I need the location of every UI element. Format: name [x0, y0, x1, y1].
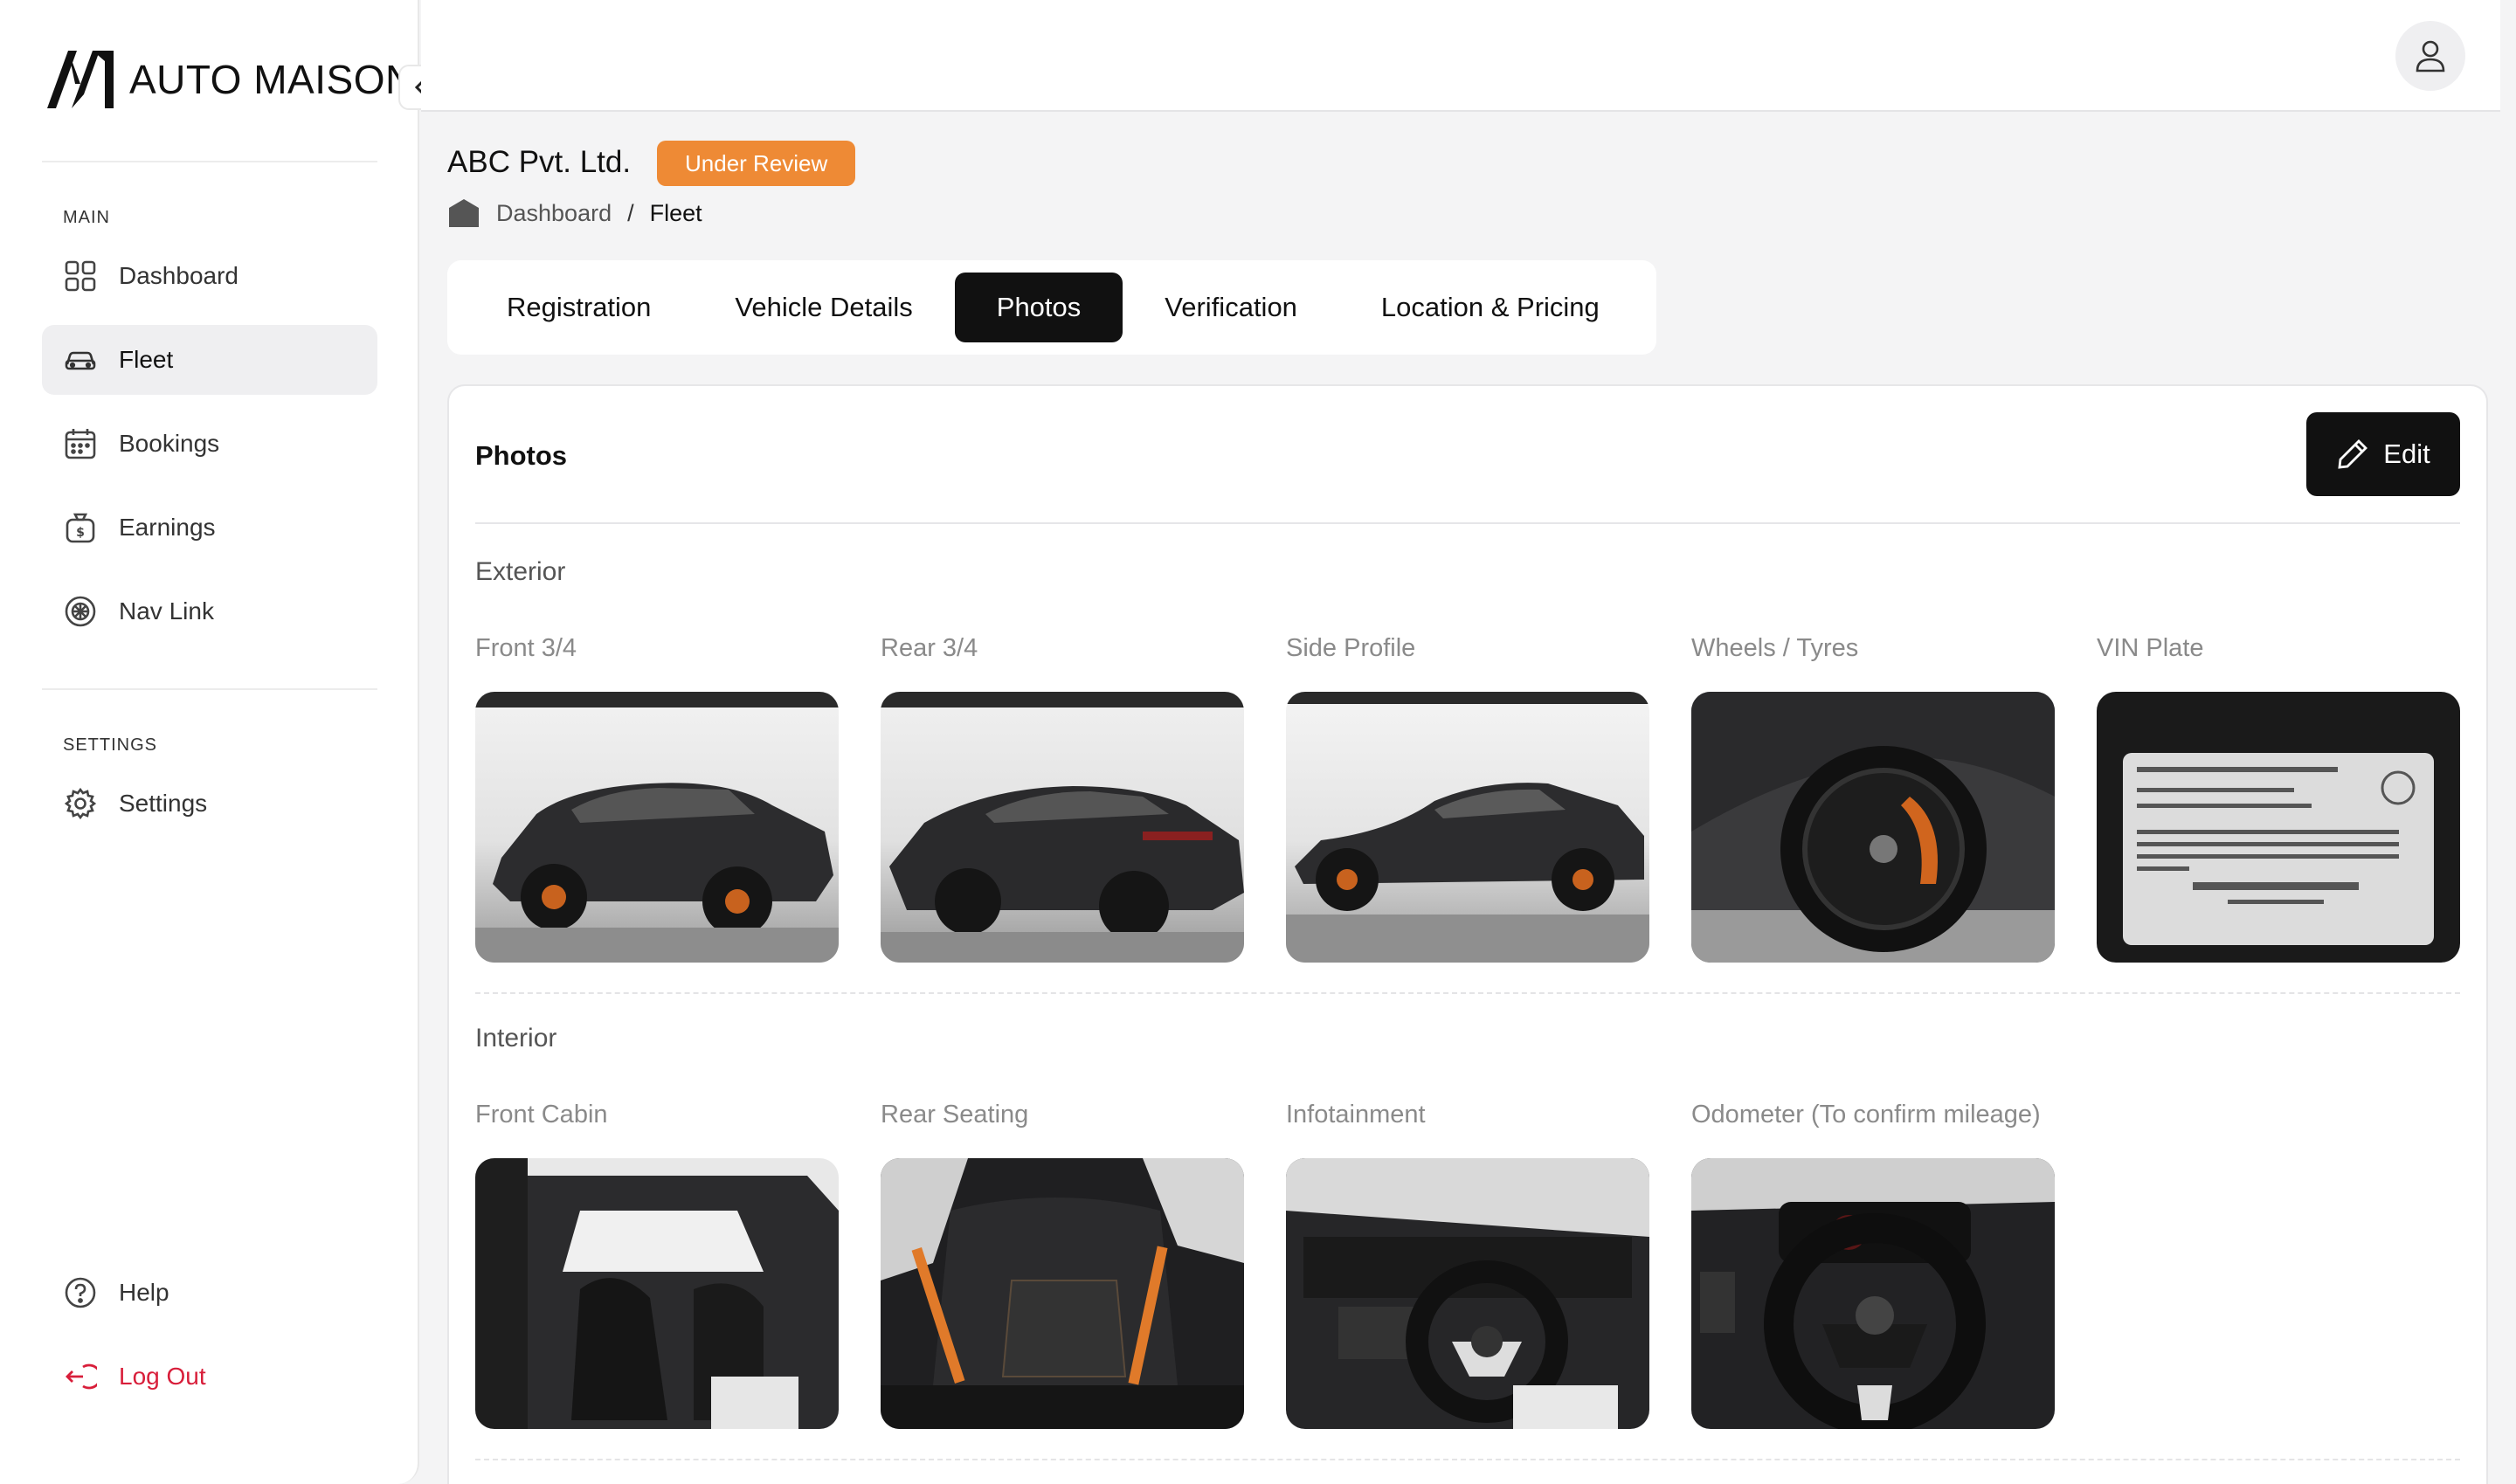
- photo-label: Odometer (To confirm mileage): [1691, 1101, 2041, 1129]
- edit-button[interactable]: Edit: [2306, 412, 2460, 496]
- home-icon: [449, 199, 479, 227]
- photo-label: Front 3/4: [475, 634, 577, 662]
- user-icon: [2416, 40, 2445, 72]
- tab-location-pricing[interactable]: Location & Pricing: [1339, 273, 1642, 342]
- section-label-settings: SETTINGS: [63, 735, 158, 755]
- brand-logo[interactable]: AUTO MAISON: [45, 49, 415, 110]
- sidebar-item-help[interactable]: Help: [42, 1258, 377, 1328]
- question-icon: [63, 1275, 98, 1310]
- tab-registration[interactable]: Registration: [465, 273, 693, 342]
- sidebar-item-label: Dashboard: [119, 262, 238, 289]
- sidebar-item-nav-link[interactable]: Nav Link: [42, 576, 377, 646]
- photo-label: Front Cabin: [475, 1101, 608, 1129]
- edit-button-label: Edit: [2383, 438, 2430, 469]
- photo-wheels-tyres[interactable]: [1691, 692, 2055, 963]
- photo-front-cabin[interactable]: [475, 1158, 839, 1429]
- section-divider: [475, 992, 2460, 994]
- sidebar-item-earnings[interactable]: $ Earnings: [42, 493, 377, 563]
- sidebar-item-settings[interactable]: Settings: [42, 769, 377, 839]
- photo-label: Side Profile: [1286, 634, 1416, 662]
- calendar-icon: [63, 426, 98, 461]
- gear-icon: [63, 786, 98, 821]
- logo-mark-icon: [47, 51, 114, 108]
- tab-photos[interactable]: Photos: [954, 273, 1123, 342]
- breadcrumb-fleet: Fleet: [649, 199, 702, 226]
- photo-label: VIN Plate: [2097, 634, 2204, 662]
- photo-rear-seating[interactable]: [881, 1158, 1244, 1429]
- section-label-main: MAIN: [63, 208, 110, 227]
- sidebar-item-dashboard[interactable]: Dashboard: [42, 241, 377, 311]
- sidebar-item-fleet[interactable]: Fleet: [42, 325, 377, 395]
- photo-front-3-4[interactable]: [475, 692, 839, 963]
- logout-icon: [63, 1359, 98, 1394]
- sidebar-item-bookings[interactable]: Bookings: [42, 409, 377, 479]
- tab-vehicle-details[interactable]: Vehicle Details: [693, 273, 954, 342]
- card-title: Photos: [475, 440, 568, 471]
- breadcrumb: Dashboard / Fleet: [447, 197, 702, 229]
- breadcrumb-separator: /: [627, 199, 634, 226]
- status-badge: Under Review: [657, 141, 856, 186]
- pencil-icon: [2338, 439, 2368, 469]
- user-avatar-button[interactable]: [2395, 21, 2465, 91]
- car-icon: [63, 342, 98, 377]
- sidebar-item-label: Earnings: [119, 514, 216, 541]
- photo-side-profile[interactable]: [1286, 692, 1649, 963]
- brand-name: AUTO MAISON: [129, 57, 415, 102]
- section-divider: [475, 1459, 2460, 1460]
- photos-card: Photos Edit Exterior Front 3/4 Rear 3/4 …: [447, 384, 2488, 1484]
- page-title: ABC Pvt. Ltd.: [447, 145, 632, 179]
- photo-label: Rear 3/4: [881, 634, 978, 662]
- sidebar-item-logout[interactable]: Log Out: [42, 1342, 377, 1412]
- target-icon: [63, 594, 98, 629]
- sidebar: AUTO MAISON MAIN Dashboard Fleet Booking…: [0, 0, 419, 1484]
- sidebar-item-label: Settings: [119, 790, 208, 817]
- photo-vin-plate[interactable]: [2097, 692, 2460, 963]
- sidebar-item-label: Nav Link: [119, 597, 214, 625]
- photo-label: Wheels / Tyres: [1691, 634, 1859, 662]
- grid-icon: [63, 259, 98, 293]
- sidebar-item-label: Log Out: [119, 1363, 206, 1390]
- money-bag-icon: $: [63, 510, 98, 545]
- sidebar-item-label: Help: [119, 1279, 169, 1306]
- photo-label: Infotainment: [1286, 1101, 1426, 1129]
- photo-odometer[interactable]: [1691, 1158, 2055, 1429]
- photo-label: Rear Seating: [881, 1101, 1029, 1129]
- breadcrumb-dashboard[interactable]: Dashboard: [496, 200, 612, 227]
- svg-text:$: $: [76, 526, 85, 540]
- tab-verification[interactable]: Verification: [1123, 273, 1339, 342]
- sidebar-item-label: Fleet: [119, 346, 174, 373]
- group-label-exterior: Exterior: [475, 557, 566, 586]
- top-bar: [421, 0, 2500, 112]
- photo-infotainment[interactable]: [1286, 1158, 1649, 1429]
- photo-rear-3-4[interactable]: [881, 692, 1244, 963]
- sidebar-divider: [42, 161, 377, 162]
- tab-bar: Registration Vehicle Details Photos Veri…: [447, 260, 1656, 355]
- sidebar-item-label: Bookings: [119, 430, 220, 457]
- group-label-interior: Interior: [475, 1024, 557, 1053]
- card-divider: [475, 522, 2460, 524]
- sidebar-divider: [42, 688, 377, 690]
